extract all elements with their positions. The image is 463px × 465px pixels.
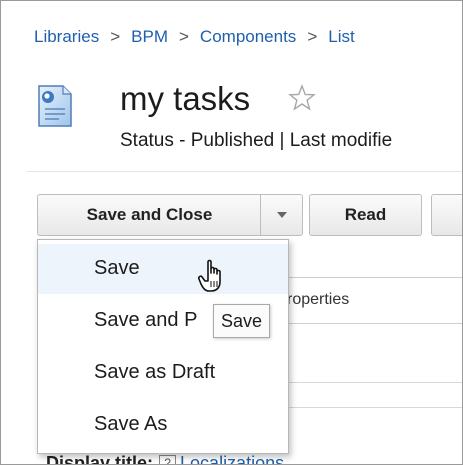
read-button[interactable]: Read [309, 194, 422, 236]
app-frame: Libraries > BPM > Components > List my tasks S… [0, 0, 463, 465]
breadcrumb-list[interactable]: List [328, 27, 354, 46]
breadcrumb-separator: > [178, 27, 189, 46]
menu-item-save-as-draft[interactable]: Save as Draft [38, 348, 288, 398]
menu-item-save[interactable]: Save [38, 244, 288, 294]
breadcrumb-libraries[interactable]: Libraries [34, 27, 99, 46]
status-line: Status - Published | Last modifie [120, 130, 393, 151]
text-field-edge[interactable] [271, 382, 462, 383]
tooltip: Save [213, 304, 271, 338]
text-field-edge[interactable] [271, 407, 462, 408]
breadcrumb-separator: > [110, 27, 121, 46]
chevron-down-icon [276, 212, 287, 218]
save-options-dropdown-button[interactable] [260, 194, 303, 236]
breadcrumb: Libraries > BPM > Components > List [34, 27, 355, 47]
toolbar-next-button[interactable] [431, 194, 462, 236]
hand-cursor-icon [198, 259, 221, 292]
document-icon [38, 85, 72, 127]
star-icon[interactable] [288, 84, 316, 112]
divider [271, 323, 462, 324]
divider [27, 171, 462, 172]
localizations-link[interactable]: Localizations [180, 453, 284, 464]
save-dropdown-menu: Save Save and P Save as Draft Save As [37, 239, 289, 454]
display-title-label: Display title: [46, 453, 154, 465]
breadcrumb-separator: > [307, 27, 318, 46]
help-icon[interactable]: ? [159, 455, 177, 464]
menu-item-label: Save As [94, 413, 168, 435]
page-title: my tasks [120, 80, 251, 117]
save-and-close-button[interactable]: Save and Close [37, 194, 261, 236]
breadcrumb-bpm[interactable]: BPM [131, 27, 168, 46]
breadcrumb-components[interactable]: Components [200, 27, 296, 46]
display-title-row: Display title:? Localizations [46, 453, 284, 465]
menu-item-label: Save as Draft [94, 361, 216, 383]
menu-item-save-as[interactable]: Save As [38, 400, 288, 450]
menu-item-label: Save and P [94, 309, 198, 331]
menu-item-label: Save [94, 257, 140, 279]
tab-properties[interactable]: roperties [287, 291, 349, 309]
